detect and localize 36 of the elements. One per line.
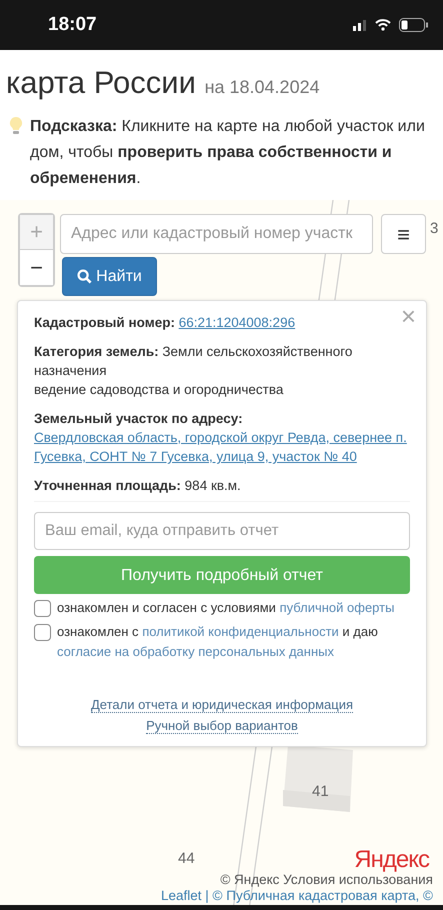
checkbox[interactable] [34,624,51,641]
map-label: 3 [430,219,438,239]
attribution-text: © Яндекс Условия использования [220,872,433,888]
status-time: 18:07 [48,12,97,37]
hint-text: Подсказка: Кликните на карте на любой участок или дом, чтобы проверить права собственности и обременения. [30,117,426,189]
field-label: Земельный участок по адресу: [34,411,243,426]
email-field[interactable]: Ваш email, куда отправить отчет [34,512,410,550]
page-title: карта России [6,65,196,100]
search-button[interactable]: Найти [62,257,157,296]
map-logo: Яндекс [354,848,429,872]
field-label: Кадастровый номер: [34,315,175,330]
signal-icon [353,19,367,31]
field-value: ведение садоводства и огородничества [34,381,284,399]
wifi-icon [375,19,391,31]
agreement-text: ознакомлен с политикой конфиденциальности и даю согласие на обработку персональных данных [57,623,379,661]
agreement-text: ознакомлен и согласен с условиями публичной оферты [57,599,394,617]
attribution-text: Leaflet | © Публичная кадастровая карта, © [161,888,433,904]
agreement-link[interactable]: политикой конфиденциальности [142,624,339,639]
agreement-link[interactable]: публичной оферты [280,600,394,615]
map-label: 41 [312,782,329,802]
details-link[interactable]: Детали отчета и юридическая информация [90,697,354,713]
field-link[interactable]: Свердловская область, городской округ Ревда, севернее п. Гусевка, СОНТ № 7 Гусевка, улица 9, участок № 40 [34,428,410,466]
date-text: на 18.04.2024 [204,77,320,97]
report-button[interactable]: Получить подробный отчет [34,556,410,594]
checkbox[interactable] [34,600,51,617]
battery-icon [399,18,429,32]
search-field[interactable]: Адрес или кадастровый номер участк [60,214,373,254]
details-link[interactable]: Ручной выбор вариантов [146,718,298,734]
field-link[interactable]: 66:21:1204008:296 [178,315,296,330]
menu-button[interactable]: ≡ [381,214,426,254]
lightbulb-icon [8,116,24,136]
search-icon [77,269,92,284]
close-button[interactable]: × [400,303,416,329]
field-text: Уточненная площадь: 984 кв.м. [34,477,242,495]
map-label: 44 [178,849,195,869]
agreement-link[interactable]: согласие на обработку персональных данных [57,644,334,659]
